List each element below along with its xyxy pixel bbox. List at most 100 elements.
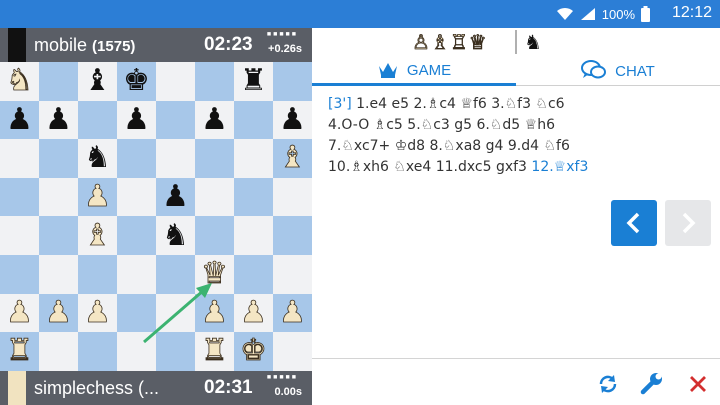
board-square[interactable] (117, 254, 156, 294)
board-square[interactable]: ♞ (156, 216, 195, 255)
white-bishop-icon[interactable]: ♝ (279, 143, 307, 174)
board-square[interactable] (117, 293, 156, 333)
board-square[interactable] (273, 254, 312, 294)
board-square[interactable] (273, 216, 312, 255)
settings-button[interactable] (638, 370, 666, 398)
board-square[interactable]: ♝ (78, 216, 117, 255)
board-square[interactable]: ♚ (117, 62, 156, 101)
board-square[interactable] (195, 216, 234, 255)
board-square[interactable] (117, 139, 156, 178)
board-square[interactable] (78, 332, 117, 371)
board-square[interactable] (0, 177, 39, 217)
move-text[interactable]: 4.O-O ♗c5 5.♘c3 g5 6.♘d5 ♕h6 (328, 117, 555, 133)
previous-move-button[interactable] (611, 200, 657, 246)
tab-chat[interactable]: CHAT (516, 58, 720, 86)
board-square[interactable]: ♟ (78, 293, 117, 333)
board-square[interactable]: ♝ (78, 62, 117, 101)
black-pawn-icon[interactable]: ♟ (162, 182, 189, 212)
board-square[interactable]: ♝ (273, 139, 312, 178)
board-square[interactable]: ♟ (0, 293, 39, 333)
board-square[interactable]: ♜ (195, 332, 234, 371)
white-pawn-icon[interactable]: ♟ (6, 297, 34, 328)
board-square[interactable] (39, 216, 78, 255)
white-bishop-icon[interactable]: ♝ (84, 220, 112, 251)
board-square[interactable]: ♟ (156, 177, 195, 217)
black-rook-icon[interactable]: ♜ (240, 66, 267, 96)
board-square[interactable] (39, 62, 78, 101)
white-rook-icon[interactable]: ♜ (201, 336, 229, 367)
white-queen-icon[interactable]: ♛ (201, 258, 229, 289)
board-square[interactable]: ♟ (195, 293, 234, 333)
chess-board[interactable]: ♞ ♝ ♚ ♜ ♟ ♟ ♟ ♟ ♟ ♞ ♝ ♟ ♟ ♝ ♞ ♛ ♟ ♟ ♟ ♟ ♟ ♟ ♜ ♜ ♚ (0, 62, 312, 371)
board-square[interactable]: ♟ (234, 293, 273, 333)
board-square[interactable] (156, 100, 195, 140)
white-pawn-icon[interactable]: ♟ (45, 297, 73, 328)
board-square[interactable] (195, 139, 234, 178)
board-square[interactable] (0, 254, 39, 294)
board-square[interactable] (273, 62, 312, 101)
board-square[interactable] (273, 332, 312, 371)
black-pawn-icon[interactable]: ♟ (45, 104, 72, 135)
move-text[interactable]: 1.e4 e5 2.♗c4 ♕f6 3.♘f3 ♘c6 (356, 96, 564, 112)
board-square[interactable] (195, 62, 234, 101)
white-pawn-icon[interactable]: ♟ (201, 297, 229, 328)
board-square[interactable]: ♟ (39, 100, 78, 140)
board-square[interactable] (195, 177, 234, 217)
board-square[interactable] (39, 254, 78, 294)
board-square[interactable] (156, 62, 195, 101)
board-square[interactable]: ♟ (273, 293, 312, 333)
board-square[interactable]: ♚ (234, 332, 273, 371)
board-square[interactable] (234, 254, 273, 294)
board-square[interactable] (156, 254, 195, 294)
current-move[interactable]: 12.♕xf3 (531, 159, 588, 175)
board-square[interactable] (273, 177, 312, 217)
white-knight-icon[interactable]: ♞ (6, 65, 34, 96)
board-square[interactable] (234, 139, 273, 178)
board-square[interactable] (156, 332, 195, 371)
board-square[interactable] (117, 332, 156, 371)
board-square[interactable]: ♛ (195, 254, 234, 294)
black-knight-icon[interactable]: ♞ (84, 143, 111, 173)
white-pawn-icon[interactable]: ♟ (279, 297, 307, 328)
black-pawn-icon[interactable]: ♟ (201, 104, 228, 135)
board-square[interactable] (0, 216, 39, 255)
close-game-button[interactable] (684, 370, 712, 398)
black-bishop-icon[interactable]: ♝ (84, 66, 111, 96)
black-king-icon[interactable]: ♚ (123, 66, 150, 96)
board-square[interactable] (39, 177, 78, 217)
white-pawn-icon[interactable]: ♟ (240, 297, 268, 328)
next-move-button[interactable] (665, 200, 711, 246)
white-pawn-icon[interactable]: ♟ (84, 297, 112, 328)
board-square[interactable] (234, 216, 273, 255)
white-rook-icon[interactable]: ♜ (6, 336, 34, 367)
black-pawn-icon[interactable]: ♟ (279, 104, 306, 135)
black-knight-icon[interactable]: ♞ (162, 220, 189, 251)
board-square[interactable] (156, 139, 195, 178)
board-square[interactable] (117, 177, 156, 217)
board-square[interactable] (39, 139, 78, 178)
board-square[interactable]: ♟ (117, 100, 156, 140)
board-square[interactable] (0, 139, 39, 178)
board-square[interactable] (156, 293, 195, 333)
board-square[interactable] (234, 100, 273, 140)
board-square[interactable]: ♟ (39, 293, 78, 333)
black-pawn-icon[interactable]: ♟ (123, 104, 150, 135)
board-square[interactable] (78, 100, 117, 140)
board-square[interactable] (234, 177, 273, 217)
white-king-icon[interactable]: ♚ (240, 336, 268, 367)
tab-game[interactable]: GAME (312, 58, 516, 86)
board-square[interactable]: ♜ (0, 332, 39, 371)
rotate-board-button[interactable] (594, 370, 622, 398)
board-square[interactable]: ♜ (234, 62, 273, 101)
white-pawn-icon[interactable]: ♟ (84, 181, 112, 212)
board-square[interactable] (39, 332, 78, 371)
board-square[interactable]: ♞ (0, 62, 39, 101)
board-square[interactable]: ♟ (0, 100, 39, 140)
board-square[interactable]: ♟ (78, 177, 117, 217)
board-square[interactable]: ♞ (78, 139, 117, 178)
black-pawn-icon[interactable]: ♟ (6, 104, 33, 135)
move-text[interactable]: 7.♘xc7+ ♔d8 8.♘xa8 g4 9.d4 ♘f6 (328, 138, 570, 154)
board-square[interactable]: ♟ (195, 100, 234, 140)
board-square[interactable] (78, 254, 117, 294)
board-square[interactable] (117, 216, 156, 255)
